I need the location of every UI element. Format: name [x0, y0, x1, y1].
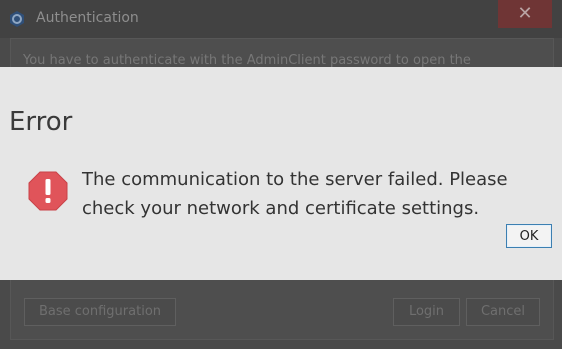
auth-message: You have to authenticate with the AdminC…	[23, 53, 471, 68]
error-dialog: Error The communication to the server fa…	[0, 67, 562, 280]
cancel-button[interactable]: Cancel	[466, 298, 540, 326]
close-button[interactable]: ✕	[498, 0, 552, 28]
error-icon	[28, 171, 68, 211]
base-configuration-button[interactable]: Base configuration	[24, 298, 176, 326]
ok-button[interactable]: OK	[506, 224, 552, 248]
error-message: The communication to the server failed. …	[82, 169, 508, 219]
app-logo-icon	[10, 11, 24, 27]
window-title: Authentication	[36, 10, 139, 26]
title-bar: Authentication ✕	[0, 0, 562, 38]
dialog-title: Error	[9, 107, 73, 137]
login-button[interactable]: Login	[393, 298, 460, 326]
